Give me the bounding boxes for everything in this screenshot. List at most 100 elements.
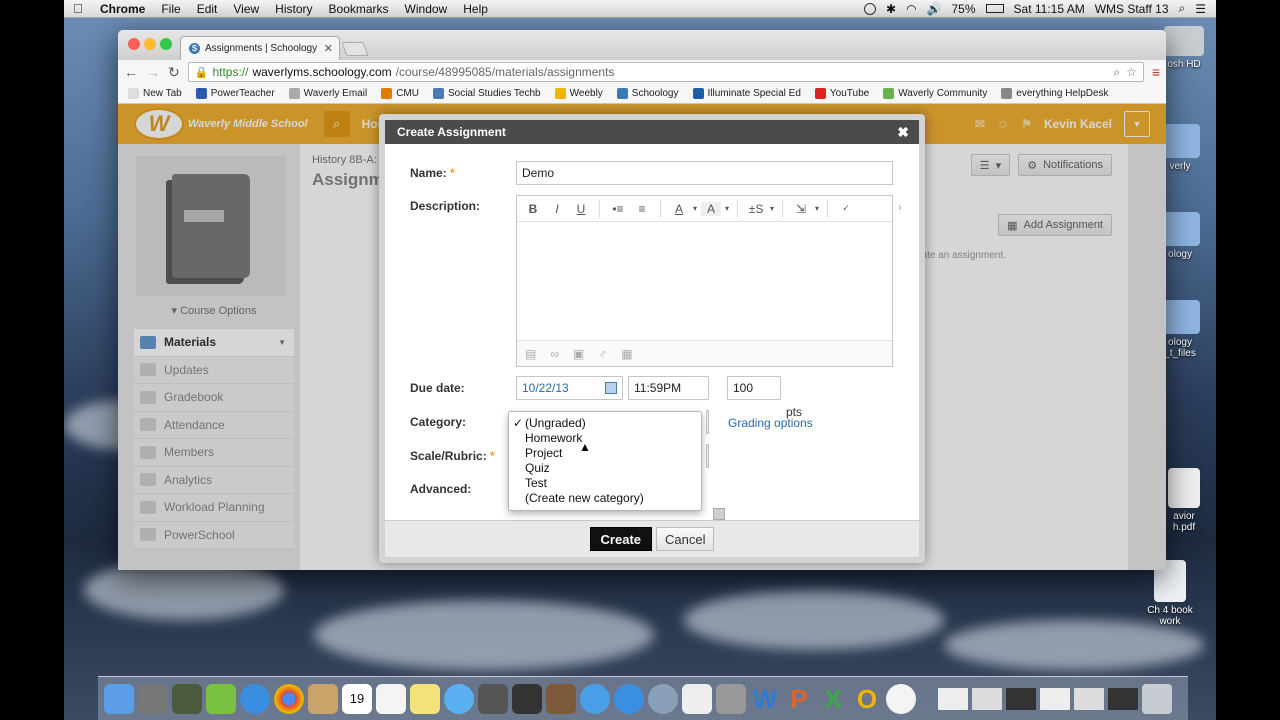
close-window-button[interactable]: [128, 38, 140, 50]
caret-down-icon[interactable]: ▾: [693, 204, 697, 213]
bookmark-waverly-community[interactable]: Waverly Community: [883, 88, 987, 99]
bold-icon[interactable]: B: [523, 202, 543, 216]
photos-icon[interactable]: [546, 683, 576, 714]
system-preferences-icon[interactable]: [716, 683, 746, 714]
browser-tab[interactable]: S Assignments | Schoology ✕: [180, 36, 340, 60]
category-option-test[interactable]: Test: [509, 476, 701, 491]
dock-window-thumb-4[interactable]: [1040, 687, 1070, 710]
description-editor[interactable]: B I U •≡ ≡ A ▾ A ▾ ±S ▾ ⇲ ▾ ✓ ▤ ∞ ▣ ♂ ▦: [516, 195, 893, 367]
spotlight-icon[interactable]: ⌕: [1179, 1, 1186, 16]
embed-icon[interactable]: ▦: [621, 347, 632, 361]
menu-help[interactable]: Help: [455, 2, 496, 16]
dock-window-thumb-3[interactable]: [1006, 687, 1036, 710]
zoom-window-button[interactable]: [160, 38, 172, 50]
address-bar[interactable]: 🔒 https://waverlyms.schoology.com/course…: [187, 62, 1144, 82]
volume-icon[interactable]: 🔊: [927, 2, 942, 16]
resource-icon[interactable]: ▣: [573, 347, 584, 361]
excel-icon[interactable]: X: [818, 684, 848, 714]
imovie-icon[interactable]: [512, 683, 542, 714]
battery-percent[interactable]: 75%: [952, 2, 976, 16]
dock-window-thumb-5[interactable]: [1074, 687, 1104, 710]
underline-icon[interactable]: U: [571, 202, 591, 216]
category-option-create-new[interactable]: (Create new category): [509, 491, 701, 506]
powerpoint-icon[interactable]: P: [784, 684, 814, 714]
italic-icon[interactable]: I: [547, 202, 567, 216]
time-machine-icon[interactable]: [864, 2, 876, 15]
mission-control-icon[interactable]: [172, 683, 202, 714]
menu-bookmarks[interactable]: Bookmarks: [321, 2, 397, 16]
category-option-homework[interactable]: Homework: [509, 431, 701, 446]
back-icon[interactable]: ←: [124, 64, 138, 80]
caret-down-icon[interactable]: ▾: [770, 204, 774, 213]
contacts-icon[interactable]: [308, 683, 338, 714]
desktop-icon-docx[interactable]: Ch 4 book work: [1130, 560, 1210, 627]
cancel-button[interactable]: Cancel: [656, 527, 715, 551]
minimize-window-button[interactable]: [144, 38, 156, 50]
highlight-icon[interactable]: A: [701, 201, 722, 216]
bluetooth-icon[interactable]: ✱: [886, 2, 896, 16]
name-input[interactable]: Demo: [516, 161, 893, 185]
360-icon[interactable]: [682, 683, 712, 714]
bookmark-waverly-email[interactable]: Waverly Email: [288, 88, 367, 99]
file-icon[interactable]: ▤: [525, 347, 536, 361]
menu-edit[interactable]: Edit: [189, 2, 226, 16]
due-date-input[interactable]: 10/22/13: [516, 376, 623, 400]
itunes-icon[interactable]: [580, 683, 610, 714]
messages-icon[interactable]: [444, 683, 474, 714]
category-option-quiz[interactable]: Quiz: [509, 461, 701, 476]
insert-icon[interactable]: ⇲: [791, 202, 811, 216]
chrome-menu-icon[interactable]: ≡: [1152, 64, 1160, 80]
spellcheck-icon[interactable]: ✓: [836, 203, 856, 214]
trash-icon[interactable]: [1142, 683, 1172, 714]
zoom-icon[interactable]: ⌕: [1113, 65, 1120, 80]
quicktime-icon[interactable]: [648, 683, 678, 714]
font-color-icon[interactable]: A: [669, 202, 689, 216]
clock[interactable]: Sat 11:15 AM: [1014, 2, 1085, 16]
calendar-icon[interactable]: [605, 382, 617, 394]
apple-icon[interactable]: : [64, 1, 92, 16]
word-icon[interactable]: W: [750, 684, 780, 714]
scale-select-edge[interactable]: [706, 444, 709, 468]
bookmark-social-studies[interactable]: Social Studies Techb: [432, 88, 541, 99]
calendar-icon[interactable]: 19: [342, 683, 372, 714]
bullet-list-icon[interactable]: •≡: [608, 202, 628, 216]
new-tab-button[interactable]: [341, 42, 369, 56]
notes-icon[interactable]: [410, 683, 440, 714]
safari-icon[interactable]: [240, 683, 270, 714]
menu-view[interactable]: View: [225, 2, 267, 16]
reminders-icon[interactable]: [376, 683, 406, 714]
points-input[interactable]: 100: [727, 376, 781, 400]
close-icon[interactable]: ✖: [897, 124, 909, 141]
microphone-icon[interactable]: ♂: [598, 347, 607, 361]
dock-window-thumb-1[interactable]: [938, 687, 968, 710]
notification-center-icon[interactable]: ☰: [1195, 2, 1206, 16]
symbol-icon[interactable]: ±S: [746, 202, 766, 216]
link-icon[interactable]: ∞: [550, 347, 559, 361]
numbered-list-icon[interactable]: ≡: [632, 202, 652, 216]
menu-window[interactable]: Window: [397, 2, 456, 16]
dock-window-thumb-2[interactable]: [972, 687, 1002, 710]
forward-icon[interactable]: →: [146, 64, 160, 80]
outlook-icon[interactable]: O: [852, 684, 882, 714]
dock-window-thumb-6[interactable]: [1108, 687, 1138, 710]
create-button[interactable]: Create: [589, 527, 652, 551]
bookmark-powerteacher[interactable]: PowerTeacher: [195, 88, 275, 99]
category-dropdown[interactable]: ✓ (Ungraded) Homework Project Quiz Test (…: [508, 411, 702, 511]
bookmark-new-tab[interactable]: New Tab: [128, 88, 182, 99]
bookmark-youtube[interactable]: YouTube: [814, 88, 869, 99]
close-tab-icon[interactable]: ✕: [324, 42, 333, 55]
reload-icon[interactable]: ↻: [168, 64, 180, 81]
menu-history[interactable]: History: [267, 2, 320, 16]
grading-options-link[interactable]: Grading options: [728, 416, 813, 430]
bookmark-helpdesk[interactable]: everything HelpDesk: [1001, 88, 1109, 99]
category-option-ungraded[interactable]: ✓ (Ungraded): [509, 416, 701, 431]
launchpad-icon[interactable]: [138, 683, 168, 714]
category-option-project[interactable]: Project: [509, 446, 701, 461]
bookmark-weebly[interactable]: Weebly: [554, 88, 603, 99]
caret-down-icon[interactable]: ▾: [725, 204, 729, 213]
wifi-icon[interactable]: ◠: [906, 2, 916, 16]
bookmark-illuminate[interactable]: Illuminate Special Ed: [692, 88, 801, 99]
facetime-icon[interactable]: [478, 683, 508, 714]
finder-icon[interactable]: [104, 683, 134, 714]
bookmark-schoology[interactable]: Schoology: [616, 88, 679, 99]
